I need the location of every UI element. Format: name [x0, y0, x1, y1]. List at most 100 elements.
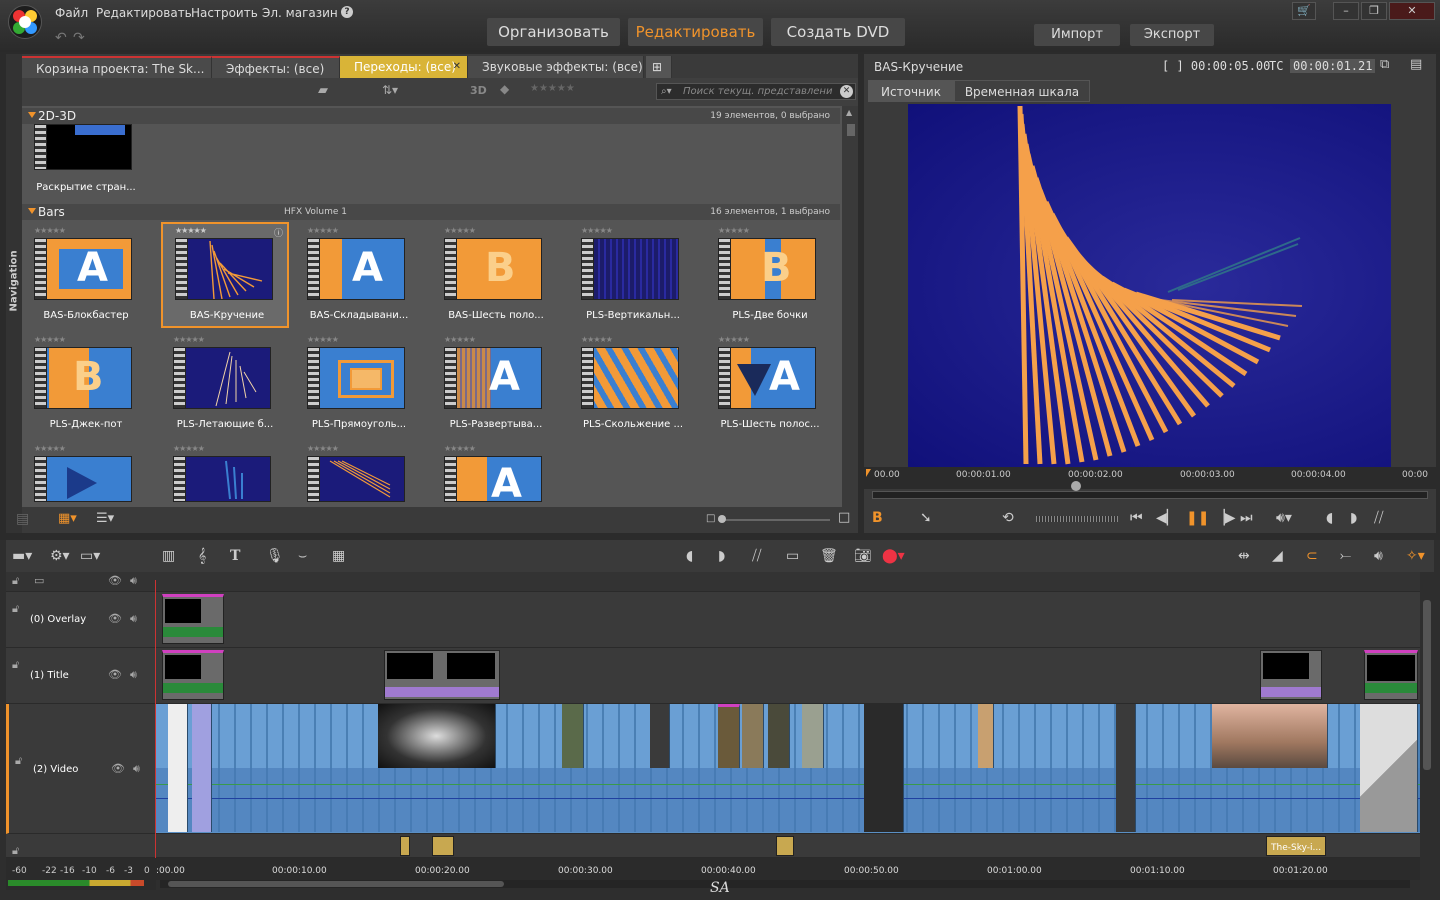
rating-stars[interactable]: ★★★★★ — [444, 226, 476, 235]
tab-timeline[interactable]: Временная шкала — [954, 80, 1090, 102]
transition-item[interactable]: ★★★★★ A — [432, 442, 560, 502]
rating-stars[interactable]: ★★★★★ — [307, 444, 339, 453]
motion-icon[interactable]: ⌣ — [298, 548, 307, 564]
video-clip-thumb[interactable] — [768, 704, 790, 768]
transition-item[interactable]: ★★★★★ — [161, 442, 289, 502]
speaker-icon[interactable]: 🔊︎ — [130, 668, 137, 682]
title-clip[interactable] — [162, 650, 224, 700]
rating-stars[interactable]: ★★★★★ — [718, 335, 750, 344]
rating-stars[interactable]: ★★★★★ — [307, 226, 339, 235]
jog-shuttle[interactable] — [1036, 516, 1118, 522]
rating-stars[interactable]: ★★★★★ — [444, 335, 476, 344]
music-icon[interactable]: 𝄞 — [198, 548, 206, 564]
menu-setup[interactable]: Настроить — [191, 6, 258, 20]
audio-clip[interactable]: The-Sky-i... — [1266, 836, 1326, 856]
audio-clip[interactable] — [432, 836, 454, 856]
track-options-icon[interactable]: ▭▾ — [80, 548, 100, 564]
tab-sound-effects[interactable]: Звуковые эффекты: (все) — [468, 56, 644, 78]
clear-marks-icon[interactable]: ⧸⧸ — [1374, 510, 1384, 526]
mode-dvd-button[interactable]: Создать DVD — [771, 18, 905, 46]
transition-item[interactable]: ★★★★★ PLS-Прямоуголь... — [295, 333, 423, 439]
close-button[interactable]: ✕ — [1389, 2, 1435, 20]
transition-item[interactable]: ★★★★★ B PLS-Две бочки — [706, 224, 834, 330]
rating-stars[interactable]: ★★★★★ — [581, 226, 613, 235]
speaker-icon[interactable]: 🔊︎ — [1374, 548, 1383, 564]
rating-stars[interactable]: ★★★★★ — [444, 444, 476, 453]
title-clip[interactable] — [1260, 650, 1322, 700]
video-clip[interactable] — [864, 704, 904, 832]
timeline-h-scrollbar[interactable] — [160, 880, 1410, 888]
razor-icon[interactable]: ▭ — [786, 548, 799, 564]
microphone-icon[interactable]: 🎙︎ — [266, 548, 284, 564]
video-clip[interactable] — [1360, 704, 1418, 832]
transition-item[interactable]: ★★★★★ — [22, 442, 150, 502]
transition-item[interactable]: ★★★★★ A BAS-Складывани... — [295, 224, 423, 330]
transition-item-selected[interactable]: ★★★★★ ⓘ BAS-Кручение — [161, 222, 289, 328]
audio-clip[interactable] — [400, 836, 410, 856]
video-clip-thumb[interactable] — [742, 704, 764, 768]
tab-transitions[interactable]: Переходы: (все) ✕ — [340, 56, 468, 78]
loop-icon[interactable]: ⟲ — [1002, 510, 1014, 526]
minimize-button[interactable]: – — [1333, 2, 1359, 20]
add-track-icon[interactable]: ▭ — [34, 574, 44, 587]
volume-line[interactable] — [156, 798, 1420, 799]
speaker-icon[interactable]: 🔊︎ — [130, 612, 137, 626]
step-forward-icon[interactable]: ▕▶ — [1214, 510, 1236, 526]
storyboard-icon[interactable]: ▦ — [332, 548, 345, 564]
eye-icon[interactable]: 👁︎ — [108, 574, 122, 587]
rating-stars[interactable]: ★★★★★ — [718, 226, 750, 235]
list-view-icon[interactable]: ☰▾ — [96, 511, 114, 526]
tab-project-bin[interactable]: Корзина проекта: The Sk... — [22, 56, 212, 78]
go-to-end-icon[interactable]: ⏭ — [1240, 510, 1253, 526]
add-tab-icon[interactable]: ⊞ — [646, 56, 672, 78]
player-ruler[interactable]: 00.00 00:00:01.00 00:00:02.00 00:00:03.0… — [864, 467, 1436, 491]
magic-wand-icon[interactable]: ✧▾ — [1406, 548, 1425, 564]
transition-item[interactable]: ★★★★★ PLS-Скольжение ... — [569, 333, 697, 439]
rating-stars[interactable]: ★★★★★ — [34, 444, 66, 453]
transition-item[interactable]: ★★★★★ PLS-Летающие б... — [161, 333, 289, 439]
transition-item[interactable]: ★★★★★ — [295, 442, 423, 502]
video-clip[interactable] — [1116, 704, 1136, 832]
timeline-v-scrollbar[interactable] — [1420, 592, 1434, 858]
pan-line[interactable] — [156, 784, 1420, 785]
mark-in-icon[interactable]: ◖ — [686, 548, 693, 564]
marker-icon[interactable]: ⬤▾ — [882, 548, 905, 564]
redo-icon[interactable]: ↷ — [73, 30, 85, 46]
player-scrub-bar[interactable] — [872, 491, 1428, 499]
transition-item[interactable]: ★★★★★ A BAS-Блокбастер — [22, 224, 150, 330]
playhead[interactable] — [1071, 481, 1081, 491]
transition-item[interactable]: ★★★★★ B BAS-Шесть поло... — [432, 224, 560, 330]
volume-icon[interactable]: 🔊︎▾ — [1276, 510, 1292, 526]
v-scroll-thumb[interactable] — [1423, 600, 1431, 770]
audio-mixer-icon[interactable]: ▥ — [162, 548, 175, 564]
app-logo-icon[interactable] — [8, 5, 42, 39]
lock-icon[interactable]: 🔓︎ — [12, 658, 19, 672]
cart-icon[interactable]: 🛒 — [1292, 2, 1316, 20]
fullscreen-icon[interactable]: ⧉ — [1380, 57, 1389, 72]
tab-source[interactable]: Источник — [868, 80, 954, 102]
thumb-size-slider[interactable] — [718, 519, 830, 521]
h-scroll-thumb[interactable] — [168, 881, 504, 887]
cursor-icon[interactable]: ➘ — [920, 510, 932, 526]
eye-icon[interactable]: 👁︎ — [111, 762, 125, 775]
video-clip[interactable] — [168, 704, 188, 832]
3d-filter[interactable]: 3D — [470, 84, 487, 97]
info-icon[interactable]: ⓘ — [274, 226, 283, 239]
mode-organize-button[interactable]: Организовать — [487, 18, 620, 46]
layout-icon[interactable]: ▤ — [1410, 57, 1422, 72]
speaker-icon[interactable]: 🔊︎ — [130, 574, 137, 588]
sort-icon[interactable]: ⇅▾ — [382, 83, 398, 97]
rating-filter[interactable]: ★★★★★ — [530, 83, 575, 94]
scroll-thumb[interactable] — [847, 124, 855, 136]
grid-view-icon[interactable]: ▦▾ — [58, 511, 77, 526]
timeline-ruler[interactable]: :00.00 00:00:10.00 00:00:20.00 00:00:30.… — [156, 858, 1420, 880]
ripple-icon[interactable]: ⇹ — [1238, 548, 1250, 564]
overlay-clip[interactable] — [162, 594, 224, 644]
library-scrollbar[interactable]: ▲ ▼ — [844, 106, 858, 533]
video-clip-thumb[interactable] — [718, 704, 740, 768]
video-clip-thumb[interactable] — [378, 704, 496, 768]
split-icon[interactable]: ⧸⧸ — [752, 548, 762, 564]
video-clip-thumb[interactable] — [650, 704, 670, 768]
timeline-layout-icon[interactable]: ▬▾ — [12, 548, 32, 564]
video-clip-thumb[interactable] — [1212, 704, 1328, 768]
